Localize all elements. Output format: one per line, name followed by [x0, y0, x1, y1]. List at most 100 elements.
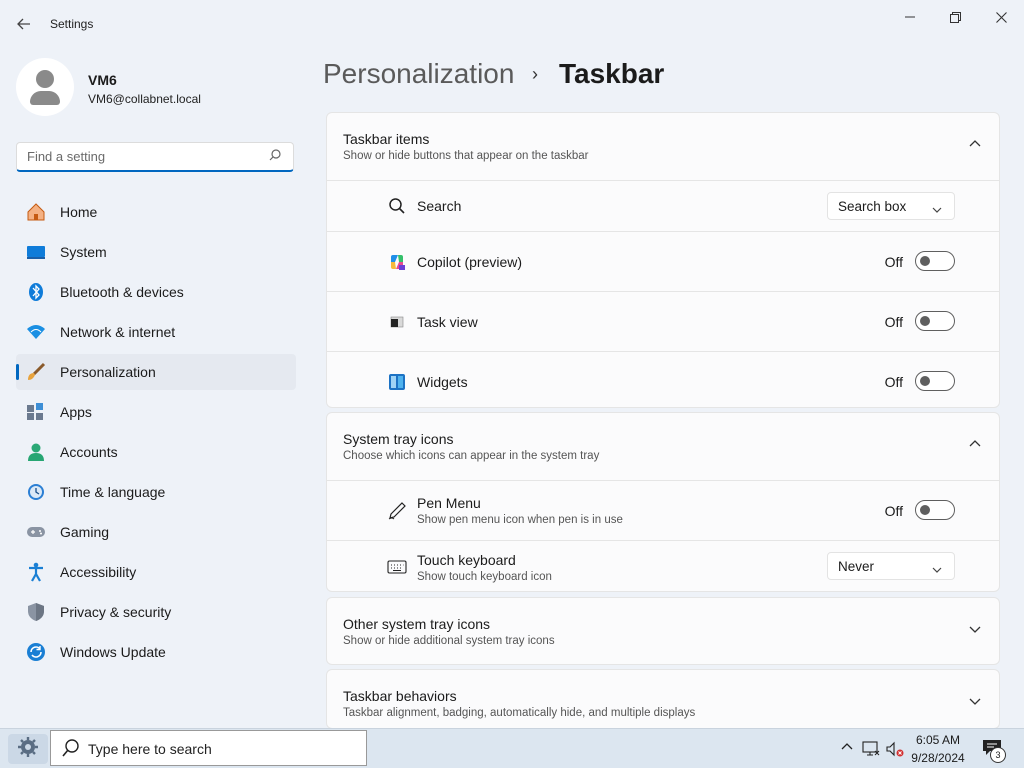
sidebar-item-label: Privacy & security: [60, 604, 172, 620]
system-icon: [26, 242, 46, 262]
system-tray-card: System tray icons Choose which icons can…: [326, 412, 1000, 592]
sidebar-item-windows-update[interactable]: Windows Update: [16, 634, 296, 670]
chevron-down-icon: [932, 562, 942, 573]
chevron-down-icon[interactable]: [969, 694, 981, 706]
pen-icon: [387, 501, 407, 521]
touch-keyboard-dropdown[interactable]: Never: [827, 552, 955, 580]
chevron-up-icon[interactable]: [838, 741, 856, 753]
section-title: Taskbar behaviors: [343, 688, 457, 704]
chevron-up-icon[interactable]: [969, 437, 981, 449]
section-subtitle: Taskbar alignment, badging, automaticall…: [343, 707, 696, 719]
taskbar-behaviors-card[interactable]: Taskbar behaviors Taskbar alignment, bad…: [326, 669, 1000, 729]
settings-taskbar-button[interactable]: [8, 734, 48, 764]
task-view-state-label: Off: [884, 314, 903, 330]
breadcrumb-parent[interactable]: Personalization: [323, 58, 514, 90]
sidebar-item-time-language[interactable]: Time & language: [16, 474, 296, 510]
search-icon: [387, 196, 407, 216]
chevron-down-icon: [932, 202, 942, 213]
widgets-row: Widgets Off: [327, 352, 999, 407]
search-row: Search Search box: [327, 181, 999, 232]
taskbar-items-card: Taskbar items Show or hide buttons that …: [326, 112, 1000, 408]
widgets-icon: [387, 372, 407, 392]
clock-icon: [26, 482, 46, 502]
other-tray-icons-header[interactable]: Other system tray icons Show or hide add…: [327, 598, 999, 664]
widgets-state-label: Off: [884, 374, 903, 390]
sidebar-item-label: Windows Update: [60, 644, 166, 660]
dropdown-value: Never: [838, 559, 875, 574]
sidebar-item-label: Accessibility: [60, 564, 137, 580]
sidebar-item-label: System: [60, 244, 107, 260]
sidebar-item-privacy[interactable]: Privacy & security: [16, 594, 296, 630]
apps-icon: [26, 402, 46, 422]
sidebar-item-accessibility[interactable]: Accessibility: [16, 554, 296, 590]
avatar-body-shape: [30, 91, 60, 105]
sidebar-item-label: Time & language: [60, 484, 166, 500]
pen-menu-label: Pen Menu: [417, 495, 481, 511]
touch-keyboard-row: Touch keyboard Show touch keyboard icon …: [327, 541, 999, 591]
breadcrumb-separator: ›: [532, 64, 538, 84]
sidebar-item-bluetooth[interactable]: Bluetooth & devices: [16, 274, 296, 310]
other-tray-icons-card[interactable]: Other system tray icons Show or hide add…: [326, 597, 1000, 665]
pen-menu-description: Show pen menu icon when pen is in use: [417, 514, 623, 526]
back-arrow-icon[interactable]: [12, 12, 36, 36]
task-view-label: Task view: [417, 314, 478, 330]
pen-menu-toggle[interactable]: [915, 500, 955, 520]
bluetooth-icon: [26, 282, 46, 302]
sidebar-item-label: Gaming: [60, 524, 110, 540]
sidebar-item-label: Home: [60, 204, 98, 220]
copilot-state-label: Off: [884, 254, 903, 270]
page-title: Taskbar: [559, 58, 665, 89]
shield-icon: [26, 602, 46, 622]
volume-muted-icon[interactable]: [884, 741, 906, 757]
section-title: Other system tray icons: [343, 616, 491, 632]
network-status-icon[interactable]: [861, 741, 881, 757]
avatar[interactable]: [16, 58, 74, 116]
sidebar-item-home[interactable]: Home: [16, 194, 296, 230]
taskview-row: Task view Off: [327, 292, 999, 352]
search-icon[interactable]: [269, 149, 281, 164]
touch-keyboard-description: Show touch keyboard icon: [417, 571, 552, 583]
taskbar-search-box[interactable]: Type here to search: [50, 730, 367, 766]
user-email: VM6@collabnet.local: [88, 92, 201, 106]
sidebar-item-personalization[interactable]: Personalization: [16, 354, 296, 390]
update-icon: [26, 642, 46, 662]
gamepad-icon: [26, 522, 46, 542]
clock-date[interactable]: 9/28/2024: [906, 751, 970, 765]
taskbar-search-text: Type here to search: [88, 741, 212, 757]
sidebar-item-network[interactable]: Network & internet: [16, 314, 296, 350]
clock-time[interactable]: 6:05 AM: [910, 733, 966, 747]
taskbar-behaviors-header[interactable]: Taskbar behaviors Taskbar alignment, bad…: [327, 670, 999, 728]
sidebar-item-accounts[interactable]: Accounts: [16, 434, 296, 470]
task-view-toggle[interactable]: [915, 311, 955, 331]
sidebar-item-label: Bluetooth & devices: [60, 284, 184, 300]
find-setting-box[interactable]: [16, 142, 294, 172]
sidebar-item-label: Apps: [60, 404, 92, 420]
system-tray-header[interactable]: System tray icons Choose which icons can…: [327, 413, 999, 481]
sidebar-item-apps[interactable]: Apps: [16, 394, 296, 430]
copilot-row: Copilot (preview) Off: [327, 232, 999, 292]
close-button[interactable]: [981, 6, 1021, 28]
network-icon: [26, 322, 46, 342]
gear-icon: [17, 736, 39, 763]
search-input[interactable]: [17, 143, 257, 169]
sidebar-nav: Home System Bluetooth & devices Network …: [16, 194, 296, 674]
copilot-toggle[interactable]: [915, 251, 955, 271]
notification-button[interactable]: 3: [982, 739, 1006, 763]
section-subtitle: Show or hide additional system tray icon…: [343, 635, 555, 647]
taskbar-items-header[interactable]: Taskbar items Show or hide buttons that …: [327, 113, 999, 181]
dropdown-value: Search box: [838, 199, 907, 214]
chevron-up-icon[interactable]: [969, 137, 981, 149]
maximize-button[interactable]: [935, 6, 975, 28]
minimize-button[interactable]: [890, 6, 930, 28]
title-bar: [0, 0, 1024, 48]
search-mode-dropdown[interactable]: Search box: [827, 192, 955, 220]
window-title: Settings: [50, 17, 94, 31]
sidebar-item-system[interactable]: System: [16, 234, 296, 270]
widgets-toggle[interactable]: [915, 371, 955, 391]
brush-icon: [26, 362, 46, 382]
home-icon: [26, 202, 46, 222]
sidebar-item-label: Accounts: [60, 444, 118, 460]
copilot-icon: [387, 252, 407, 272]
chevron-down-icon[interactable]: [969, 622, 981, 634]
sidebar-item-gaming[interactable]: Gaming: [16, 514, 296, 550]
